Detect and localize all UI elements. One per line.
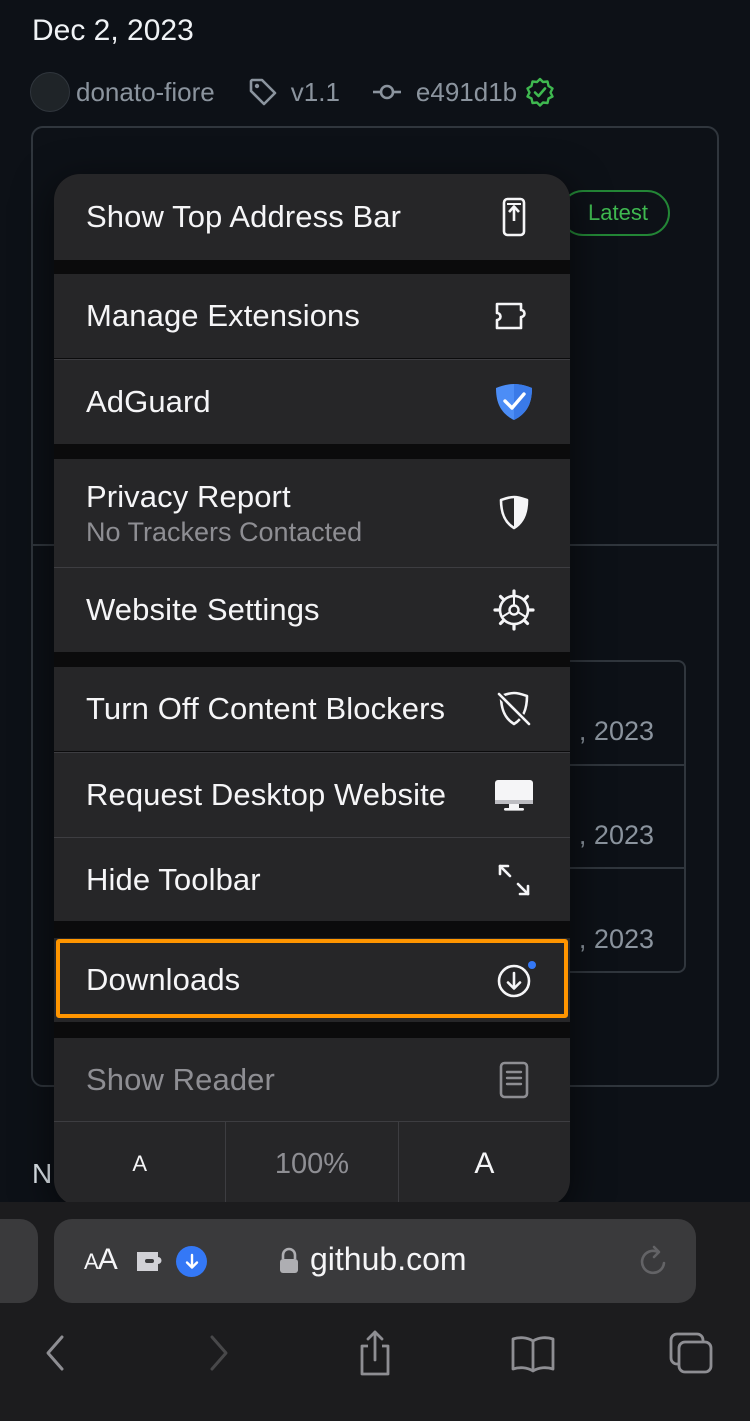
page-menu: Show Top Address Bar Manage Extensions A… [54, 174, 570, 1206]
release-meta-row: donato-fiore v1.1 e491d1b [30, 70, 555, 114]
menu-item-website-settings[interactable]: Website Settings [54, 568, 570, 652]
commit-icon [372, 84, 401, 100]
avatar[interactable] [30, 72, 70, 112]
phone-arrow-up-icon [502, 197, 526, 237]
zoom-out-button[interactable]: A [54, 1122, 225, 1206]
url-text: github.com [310, 1241, 467, 1277]
tag-link[interactable]: v1.1 [291, 77, 340, 108]
share-icon [360, 1330, 390, 1376]
asset-date: , 2023 [578, 924, 654, 954]
menu-item-show-top-address-bar[interactable]: Show Top Address Bar [54, 174, 570, 260]
bottom-toolbar [0, 1318, 750, 1388]
book-icon [511, 1336, 555, 1373]
half-shield-icon [499, 495, 529, 530]
tabs-button[interactable] [666, 1328, 716, 1378]
gear-icon [493, 589, 535, 631]
menu-item-manage-extensions[interactable]: Manage Extensions [54, 274, 570, 358]
menu-item-sublabel: No Trackers Contacted [86, 516, 363, 547]
expand-arrows-icon [498, 864, 530, 895]
menu-item-hide-toolbar[interactable]: Hide Toolbar [54, 838, 570, 921]
page-format-button[interactable]: AA [84, 1243, 118, 1277]
menu-item-adguard[interactable]: AdGuard [54, 360, 570, 444]
menu-item-label: Website Settings [86, 592, 320, 627]
back-button[interactable] [30, 1328, 80, 1378]
menu-item-show-reader: Show Reader [54, 1038, 570, 1122]
address-bar[interactable]: AA github.com [54, 1219, 696, 1303]
section-heading-partial: N [32, 1158, 53, 1189]
zoom-level[interactable]: 100% [225, 1122, 397, 1206]
forward-button [194, 1328, 244, 1378]
adguard-shield-icon [496, 384, 532, 420]
menu-item-label: Turn Off Content Blockers [86, 691, 446, 726]
menu-item-request-desktop-website[interactable]: Request Desktop Website [54, 753, 570, 837]
author-link[interactable]: donato-fiore [76, 77, 215, 108]
download-circle-icon [497, 961, 536, 998]
zoom-in-button[interactable]: A [397, 1122, 570, 1206]
chevron-right-icon [210, 1335, 228, 1371]
tag-icon [249, 78, 277, 106]
bookmarks-button[interactable] [508, 1328, 558, 1378]
download-progress-icon[interactable] [176, 1246, 207, 1277]
desktop-icon [495, 780, 533, 811]
reload-icon[interactable] [636, 1243, 672, 1279]
previous-tab-preview[interactable] [0, 1219, 38, 1303]
chevron-left-icon [46, 1335, 64, 1371]
asset-date: , 2023 [578, 820, 654, 850]
asset-date: , 2023 [578, 716, 654, 746]
menu-item-label: Downloads [86, 962, 241, 997]
menu-item-downloads[interactable]: Downloads [54, 938, 570, 1022]
latest-badge: Latest [560, 190, 670, 236]
menu-item-label: Request Desktop Website [86, 777, 447, 812]
tabs-icon [669, 1332, 713, 1374]
reader-doc-icon [499, 1061, 529, 1099]
verified-icon[interactable] [525, 77, 555, 107]
puzzle-icon [495, 302, 526, 330]
aa-large: A [97, 1243, 118, 1276]
extension-icon[interactable] [136, 1245, 170, 1277]
commit-link[interactable]: e491d1b [416, 77, 517, 108]
menu-item-label: Show Reader [86, 1062, 275, 1097]
aa-small: A [84, 1249, 99, 1274]
menu-item-label: Show Top Address Bar [86, 199, 402, 234]
share-button[interactable] [350, 1328, 400, 1378]
shield-slash-icon [496, 691, 532, 727]
zoom-controls: A 100% A [54, 1122, 570, 1206]
menu-item-privacy-report[interactable]: Privacy Report No Trackers Contacted [54, 459, 570, 567]
menu-item-label: AdGuard [86, 384, 211, 419]
menu-item-label: Privacy Report [86, 478, 291, 514]
menu-item-label: Manage Extensions [86, 298, 360, 333]
lock-icon [280, 1247, 298, 1273]
menu-item-label: Hide Toolbar [86, 861, 261, 897]
release-date: Dec 2, 2023 [32, 14, 194, 47]
menu-item-turn-off-content-blockers[interactable]: Turn Off Content Blockers [54, 667, 570, 751]
